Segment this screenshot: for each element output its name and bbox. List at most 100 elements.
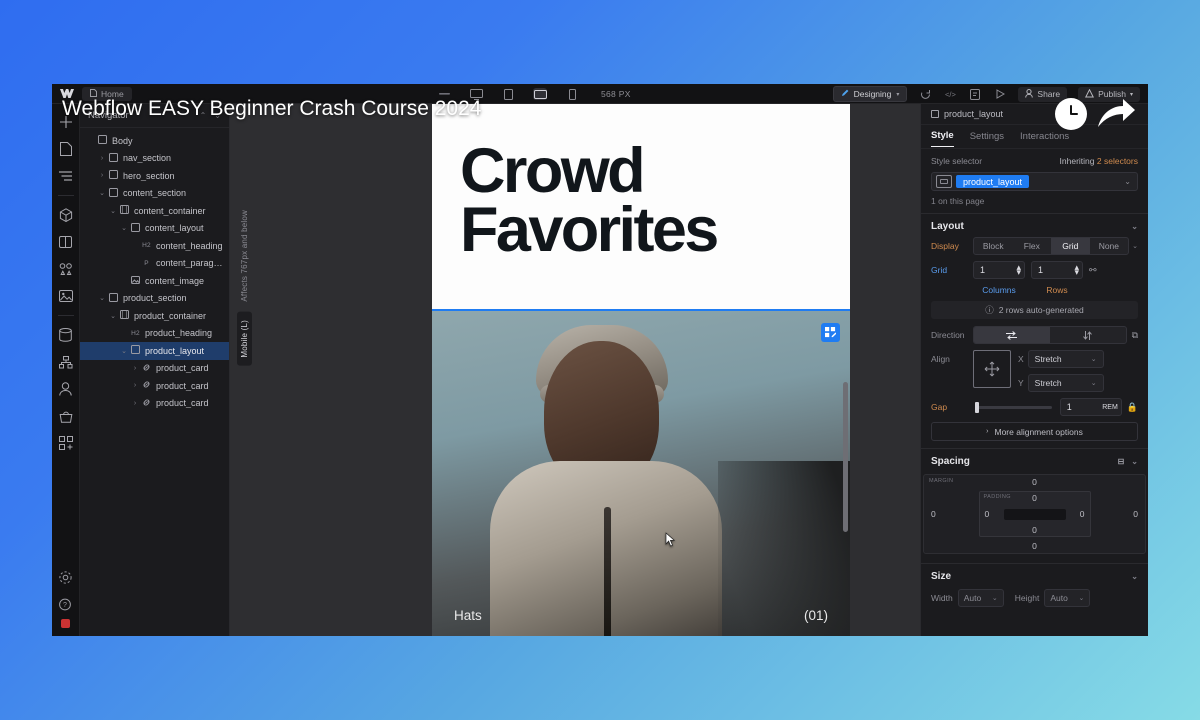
help-icon[interactable]: ? bbox=[55, 592, 77, 616]
align-x-dropdown[interactable]: Stretch ⌄ bbox=[1027, 350, 1104, 368]
nav-item-nav_section[interactable]: › nav_section bbox=[80, 150, 229, 168]
assets-image-icon[interactable] bbox=[55, 284, 77, 308]
components-icon[interactable] bbox=[55, 203, 77, 227]
style-manager-icon[interactable] bbox=[55, 257, 77, 281]
tab-interactions[interactable]: Interactions bbox=[1020, 127, 1069, 147]
stepper-icon[interactable]: ▴ ▾ bbox=[1016, 263, 1021, 277]
spacing-section-header[interactable]: Spacing ⊟ ⌄ bbox=[921, 449, 1148, 472]
audit-icon[interactable] bbox=[968, 88, 982, 100]
layout-section-header[interactable]: Layout ⌄ bbox=[921, 214, 1148, 237]
chevron-down-icon[interactable]: ⌄ bbox=[1131, 457, 1138, 466]
width-input[interactable]: Auto ⌄ bbox=[957, 589, 1004, 607]
mode-selector[interactable]: Designing ▾ bbox=[832, 86, 908, 102]
grid-edit-icon[interactable] bbox=[821, 323, 840, 342]
chevron-down-icon[interactable]: ⌄ bbox=[108, 207, 118, 215]
margin-box[interactable]: MARGIN 0 0 0 0 PADDING 0 0 0 0 bbox=[923, 474, 1146, 554]
grid-rows-input[interactable]: 1 ▴ ▾ bbox=[1031, 261, 1083, 279]
code-icon[interactable]: </> bbox=[943, 88, 957, 100]
chevron-down-icon[interactable]: ⌄ bbox=[119, 224, 129, 232]
grid-columns-input[interactable]: 1 ▴ ▾ bbox=[973, 261, 1025, 279]
direction-vertical-icon[interactable] bbox=[1050, 327, 1126, 343]
breakpoint-name[interactable]: Mobile (L) bbox=[236, 311, 252, 366]
cms-database-icon[interactable] bbox=[55, 323, 77, 347]
stepper-icon[interactable]: ▴ ▾ bbox=[1074, 263, 1079, 277]
settings-gear-icon[interactable] bbox=[55, 565, 77, 589]
chevron-down-icon[interactable]: ⌄ bbox=[108, 312, 118, 320]
chevron-down-icon[interactable]: ⌄ bbox=[97, 294, 107, 302]
navigator-icon[interactable] bbox=[55, 164, 77, 188]
nav-item-product_card[interactable]: › product_card bbox=[80, 360, 229, 378]
users-icon[interactable] bbox=[55, 377, 77, 401]
apps-icon[interactable] bbox=[55, 431, 77, 455]
chevron-down-icon[interactable]: ⌄ bbox=[1131, 222, 1138, 231]
align-y-dropdown[interactable]: Stretch ⌄ bbox=[1027, 374, 1104, 392]
inheriting-count[interactable]: 2 selectors bbox=[1097, 156, 1138, 166]
direction-horizontal-icon[interactable] bbox=[974, 327, 1050, 343]
tab-settings[interactable]: Settings bbox=[970, 127, 1004, 147]
more-alignment-options-button[interactable]: › More alignment options bbox=[931, 422, 1138, 441]
nav-item-product_card[interactable]: › product_card bbox=[80, 377, 229, 395]
display-option-flex[interactable]: Flex bbox=[1013, 238, 1052, 254]
mobile-landscape-icon[interactable] bbox=[533, 88, 547, 100]
tab-style[interactable]: Style bbox=[931, 126, 954, 147]
style-selector-field[interactable]: product_layout ⌄ bbox=[931, 172, 1138, 191]
nav-item-content_layout[interactable]: ⌄ content_layout bbox=[80, 220, 229, 238]
webflow-logo-icon[interactable] bbox=[52, 84, 82, 104]
nav-item-content_image[interactable]: content_image bbox=[80, 272, 229, 290]
nav-item-product_layout[interactable]: ⌄ product_layout bbox=[80, 342, 229, 360]
display-option-block[interactable]: Block bbox=[974, 238, 1013, 254]
expand-icon[interactable]: ⌄ bbox=[214, 111, 221, 120]
display-segmented-control[interactable]: Block Flex Grid None bbox=[973, 237, 1130, 255]
grid-edit-link-icon[interactable]: ⚯ bbox=[1089, 265, 1097, 276]
gap-input[interactable]: 1 REM bbox=[1059, 398, 1122, 416]
align-pad[interactable] bbox=[973, 350, 1011, 388]
design-canvas[interactable]: Affects 767px and below Mobile (L) Crowd… bbox=[230, 104, 920, 636]
margin-top-value[interactable]: 0 bbox=[1032, 477, 1037, 487]
desktop-icon[interactable] bbox=[469, 88, 483, 100]
chevron-right-icon[interactable]: › bbox=[130, 365, 140, 372]
nav-item-product_card[interactable]: › product_card bbox=[80, 395, 229, 413]
chevron-right-icon[interactable]: › bbox=[130, 382, 140, 389]
display-option-grid[interactable]: Grid bbox=[1051, 238, 1090, 254]
nav-item-content_container[interactable]: ⌄ content_container bbox=[80, 202, 229, 220]
height-input[interactable]: Auto ⌄ bbox=[1044, 589, 1091, 607]
nav-item-content_heading[interactable]: H2 content_heading bbox=[80, 237, 229, 255]
size-section-header[interactable]: Size ⌄ bbox=[921, 564, 1148, 587]
nav-item-content_section[interactable]: ⌄ content_section bbox=[80, 185, 229, 203]
selector-chip[interactable]: product_layout bbox=[956, 175, 1030, 188]
product-layout-selected[interactable]: product_layout Hats (0 bbox=[432, 309, 850, 636]
variables-icon[interactable] bbox=[55, 230, 77, 254]
chevron-right-icon[interactable]: › bbox=[130, 400, 140, 407]
margin-left-value[interactable]: 0 bbox=[931, 509, 936, 519]
nav-item-content_paragra[interactable]: Pcontent_paragra.. bbox=[80, 255, 229, 273]
chevron-down-icon[interactable]: ⌄ bbox=[1131, 572, 1138, 581]
padding-left-value[interactable]: 0 bbox=[985, 509, 990, 519]
nav-item-product_section[interactable]: ⌄ product_section bbox=[80, 290, 229, 308]
refresh-icon[interactable] bbox=[918, 88, 932, 100]
ecommerce-icon[interactable] bbox=[55, 404, 77, 428]
logic-icon[interactable] bbox=[55, 350, 77, 374]
spacing-mode-icon[interactable]: ⊟ bbox=[1118, 457, 1125, 466]
dash-icon[interactable] bbox=[437, 88, 451, 100]
gap-lock-icon[interactable]: 🔒 bbox=[1127, 402, 1138, 413]
gap-slider[interactable] bbox=[975, 401, 1052, 413]
tablet-icon[interactable] bbox=[501, 88, 515, 100]
pages-icon[interactable] bbox=[55, 137, 77, 161]
padding-bottom-value[interactable]: 0 bbox=[1032, 525, 1037, 535]
chevron-down-icon[interactable]: ⌄ bbox=[119, 347, 129, 355]
collapse-icon[interactable]: ⌃ bbox=[200, 111, 207, 120]
padding-box[interactable]: PADDING 0 0 0 0 bbox=[978, 491, 1091, 537]
margin-right-value[interactable]: 0 bbox=[1133, 509, 1138, 519]
page-viewport[interactable]: Crowd Favorites product_layout bbox=[432, 104, 850, 636]
chevron-down-icon[interactable]: ⌄ bbox=[97, 189, 107, 197]
canvas-scrollbar[interactable] bbox=[843, 382, 848, 532]
share-button[interactable]: Share bbox=[1018, 86, 1068, 102]
breadcrumb-home[interactable]: Home bbox=[82, 86, 132, 101]
direction-segmented-control[interactable] bbox=[973, 326, 1127, 344]
nav-item-Body[interactable]: Body bbox=[80, 132, 229, 150]
add-element-icon[interactable] bbox=[55, 110, 77, 134]
padding-right-value[interactable]: 0 bbox=[1080, 509, 1085, 519]
display-option-none[interactable]: None bbox=[1090, 238, 1129, 254]
chevron-right-icon[interactable]: › bbox=[97, 155, 107, 162]
nav-item-product_heading[interactable]: H2 product_heading bbox=[80, 325, 229, 343]
